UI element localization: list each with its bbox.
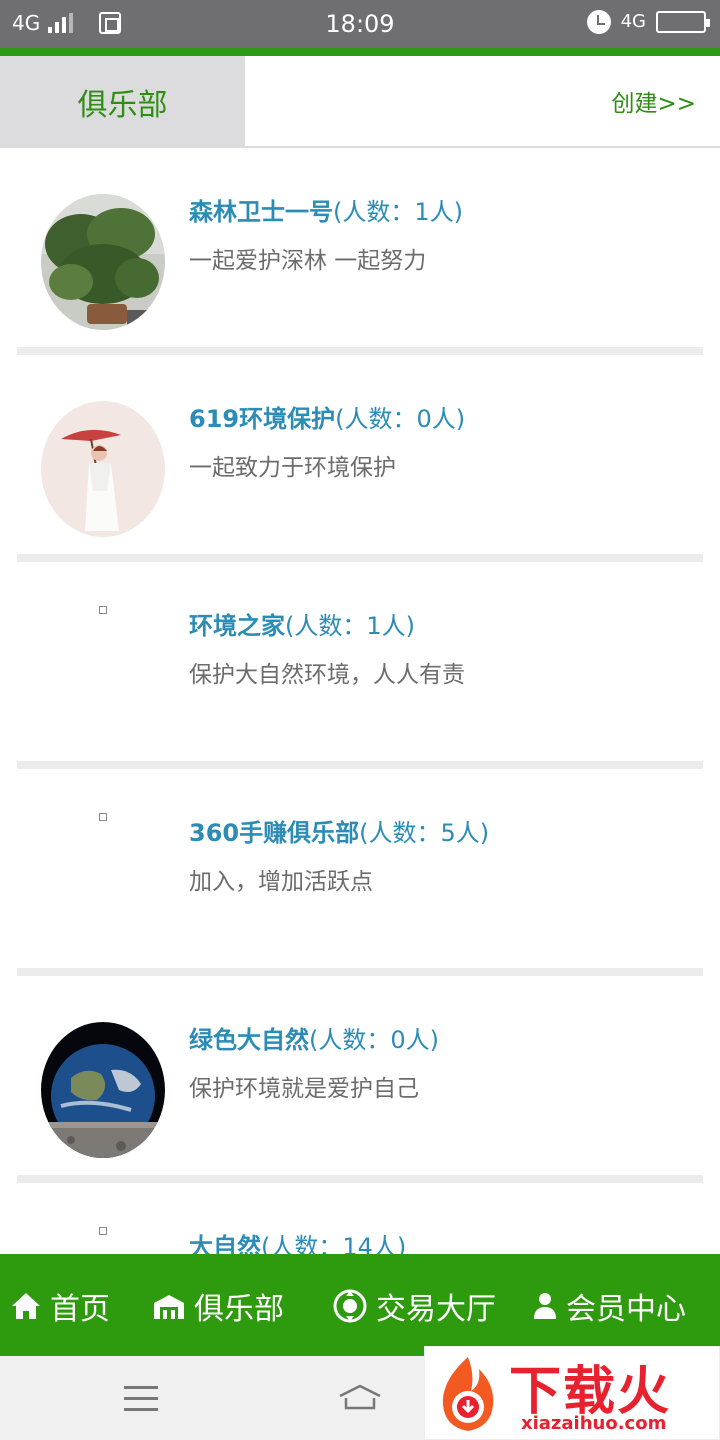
club-name[interactable]: 619环境保护 bbox=[189, 405, 335, 433]
club-member-count: (人数：0人) bbox=[309, 1026, 439, 1054]
club-description: 一起致力于环境保护 bbox=[189, 455, 396, 481]
club-member-count: (人数：1人) bbox=[285, 612, 415, 640]
nav-exchange-label: 交易大厅 bbox=[376, 1292, 496, 1327]
club-member-count: (人数：0人) bbox=[335, 405, 466, 433]
club-member-count: (人数：5人) bbox=[359, 819, 490, 847]
watermark-url: xiazaihuo.com bbox=[521, 1413, 667, 1434]
club-description: 保护大自然环境，人人有责 bbox=[189, 662, 465, 688]
club-member-count: (人数：1人) bbox=[333, 198, 463, 226]
watermark: 下载火 xiazaihuo.com bbox=[424, 1346, 720, 1440]
broken-image-icon bbox=[99, 1227, 107, 1235]
club-title: 环境之家(人数：1人) bbox=[189, 606, 465, 641]
club-avatar-earth bbox=[41, 1022, 165, 1158]
club-item[interactable]: 619环境保护(人数：0人) 一起致力于环境保护 bbox=[17, 355, 703, 562]
accent-divider bbox=[0, 48, 720, 56]
club-item[interactable]: 360手赚俱乐部(人数：5人) 加入，增加活跃点 bbox=[17, 769, 703, 976]
nav-exchange[interactable]: 交易大厅 bbox=[332, 1284, 496, 1328]
club-list: 森林卫士一号(人数：1人) 一起爱护深林 一起努力 619环境保护(人数：0人)… bbox=[17, 148, 703, 1390]
status-right: 4G bbox=[586, 10, 710, 34]
menu-icon[interactable] bbox=[124, 1386, 158, 1412]
bottom-nav: 首页 俱乐部 交易大厅 会员中心 bbox=[0, 1254, 720, 1356]
network-4g-label: 4G bbox=[620, 11, 646, 32]
club-description: 保护环境就是爱护自己 bbox=[189, 1076, 419, 1102]
battery-icon bbox=[656, 11, 710, 33]
page-header: 俱乐部 创建>> bbox=[0, 56, 720, 148]
nav-member-label: 会员中心 bbox=[566, 1292, 686, 1327]
home-icon bbox=[12, 1293, 40, 1319]
club-info: 360手赚俱乐部(人数：5人) 加入，增加活跃点 bbox=[189, 813, 489, 896]
create-club-link[interactable]: 创建>> bbox=[611, 84, 696, 118]
club-name[interactable]: 环境之家 bbox=[189, 612, 285, 640]
alarm-icon bbox=[586, 10, 611, 34]
plant-photo-icon bbox=[41, 194, 165, 330]
club-avatar-plant bbox=[41, 194, 165, 330]
club-name[interactable]: 绿色大自然 bbox=[189, 1026, 309, 1054]
club-name[interactable]: 360手赚俱乐部 bbox=[189, 819, 359, 847]
club-info: 森林卫士一号(人数：1人) 一起爱护深林 一起努力 bbox=[189, 192, 463, 275]
nav-home-label: 首页 bbox=[50, 1292, 110, 1327]
broken-image-icon bbox=[99, 606, 107, 614]
club-description: 加入，增加活跃点 bbox=[189, 869, 373, 895]
club-title: 619环境保护(人数：0人) bbox=[189, 399, 465, 434]
club-avatar-woman bbox=[41, 401, 165, 537]
club-title: 绿色大自然(人数：0人) bbox=[189, 1020, 439, 1055]
nav-club-label: 俱乐部 bbox=[194, 1292, 284, 1327]
status-bar: 4G 18:09 4G bbox=[0, 0, 720, 48]
club-info: 环境之家(人数：1人) 保护大自然环境，人人有责 bbox=[189, 606, 465, 689]
club-description: 一起爱护深林 一起努力 bbox=[189, 248, 427, 274]
earth-photo-icon bbox=[41, 1022, 165, 1158]
club-item[interactable]: 绿色大自然(人数：0人) 保护环境就是爱护自己 bbox=[17, 976, 703, 1183]
woman-umbrella-photo-icon bbox=[41, 401, 165, 537]
nav-club[interactable]: 俱乐部 bbox=[152, 1284, 284, 1328]
flame-logo-icon bbox=[442, 1357, 494, 1431]
club-icon bbox=[154, 1295, 184, 1319]
club-title: 360手赚俱乐部(人数：5人) bbox=[189, 813, 489, 848]
system-home-icon[interactable] bbox=[336, 1382, 384, 1416]
club-info: 619环境保护(人数：0人) 一起致力于环境保护 bbox=[189, 399, 465, 482]
tab-club[interactable]: 俱乐部 bbox=[0, 56, 245, 148]
club-item[interactable]: 森林卫士一号(人数：1人) 一起爱护深林 一起努力 bbox=[17, 148, 703, 355]
club-info: 绿色大自然(人数：0人) 保护环境就是爱护自己 bbox=[189, 1020, 439, 1103]
broken-image-icon bbox=[99, 813, 107, 821]
club-title: 森林卫士一号(人数：1人) bbox=[189, 192, 463, 227]
nav-member[interactable]: 会员中心 bbox=[532, 1284, 686, 1328]
exchange-icon bbox=[333, 1289, 367, 1323]
club-name[interactable]: 森林卫士一号 bbox=[189, 198, 333, 226]
club-item[interactable]: 环境之家(人数：1人) 保护大自然环境，人人有责 bbox=[17, 562, 703, 769]
member-icon bbox=[534, 1293, 556, 1319]
nav-home[interactable]: 首页 bbox=[10, 1284, 110, 1328]
